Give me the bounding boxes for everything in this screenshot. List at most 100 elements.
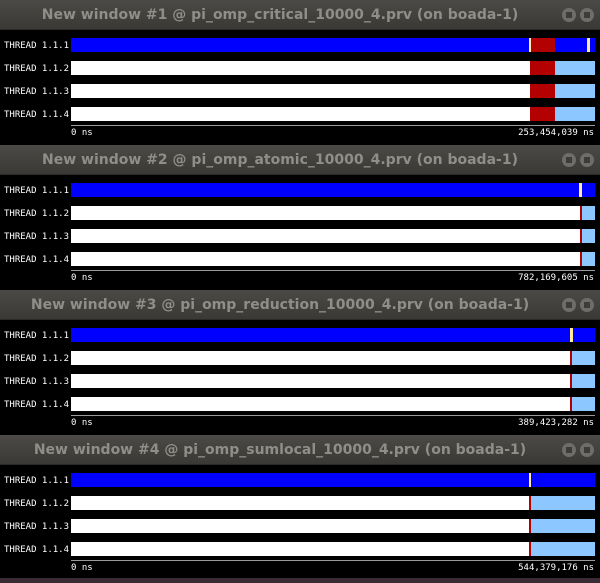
trace-window-4: New window #4 @ pi_omp_sumlocal_10000_4.… bbox=[0, 435, 600, 578]
state-segment-idle-sync bbox=[581, 229, 595, 243]
thread-label: THREAD 1.1.1 bbox=[4, 331, 70, 341]
state-segment-running bbox=[71, 183, 580, 197]
state-segment-idle-sync bbox=[530, 496, 595, 510]
state-segment-running bbox=[71, 473, 529, 487]
thread-label: THREAD 1.1.4 bbox=[4, 400, 70, 410]
timeline-track[interactable] bbox=[71, 473, 595, 487]
thread-label: THREAD 1.1.3 bbox=[4, 87, 70, 97]
desktop-bottom-edge bbox=[0, 578, 600, 583]
timeline-track[interactable] bbox=[71, 107, 595, 121]
state-segment-idle-sync bbox=[571, 374, 595, 388]
timeline-track[interactable] bbox=[71, 84, 595, 98]
state-segment-idle-sync bbox=[571, 397, 595, 411]
state-segment-running bbox=[531, 473, 595, 487]
time-scale: 0 ns 544,379,176 ns bbox=[0, 560, 600, 576]
trace-window-3: New window #3 @ pi_omp_reduction_10000_4… bbox=[0, 290, 600, 435]
state-segment-idle-sync bbox=[555, 84, 595, 98]
thread-label: THREAD 1.1.3 bbox=[4, 377, 70, 387]
state-segment-critical bbox=[530, 61, 556, 75]
trace-window-2: New window #2 @ pi_omp_atomic_10000_4.pr… bbox=[0, 145, 600, 290]
minimize-button[interactable] bbox=[562, 443, 576, 457]
time-scale: 0 ns 782,169,605 ns bbox=[0, 270, 600, 286]
time-axis-line bbox=[71, 125, 595, 126]
thread-row: THREAD 1.1.4 bbox=[0, 539, 600, 562]
thread-label: THREAD 1.1.4 bbox=[4, 255, 70, 265]
thread-row: THREAD 1.1.2 bbox=[0, 58, 600, 81]
time-end-label: 782,169,605 ns bbox=[518, 273, 594, 283]
state-segment-running bbox=[555, 38, 588, 52]
thread-label: THREAD 1.1.1 bbox=[4, 476, 70, 486]
maximize-button[interactable] bbox=[580, 153, 594, 167]
window-title: New window #4 @ pi_omp_sumlocal_10000_4.… bbox=[33, 442, 527, 458]
state-segment-critical bbox=[530, 107, 556, 121]
thread-label: THREAD 1.1.1 bbox=[4, 41, 70, 51]
thread-row: THREAD 1.1.2 bbox=[0, 203, 600, 226]
minimize-button[interactable] bbox=[562, 153, 576, 167]
maximize-button[interactable] bbox=[580, 443, 594, 457]
thread-label: THREAD 1.1.3 bbox=[4, 232, 70, 242]
thread-row: THREAD 1.1.3 bbox=[0, 81, 600, 104]
timeline-track[interactable] bbox=[71, 519, 595, 533]
maximize-button[interactable] bbox=[580, 298, 594, 312]
thread-label: THREAD 1.1.2 bbox=[4, 354, 70, 364]
time-end-label: 389,423,282 ns bbox=[518, 418, 594, 428]
window-title: New window #1 @ pi_omp_critical_10000_4.… bbox=[41, 7, 519, 23]
state-segment-running bbox=[71, 38, 529, 52]
timeline-track[interactable] bbox=[71, 38, 595, 52]
state-segment-idle-sync bbox=[530, 519, 595, 533]
state-segment-idle-sync bbox=[571, 351, 595, 365]
time-axis-line bbox=[71, 560, 595, 561]
thread-row: THREAD 1.1.1 bbox=[0, 470, 600, 493]
window-title: New window #3 @ pi_omp_reduction_10000_4… bbox=[30, 297, 530, 313]
thread-label: THREAD 1.1.4 bbox=[4, 545, 70, 555]
timeline-track[interactable] bbox=[71, 61, 595, 75]
timeline-track[interactable] bbox=[71, 496, 595, 510]
window-titlebar[interactable]: New window #2 @ pi_omp_atomic_10000_4.pr… bbox=[0, 145, 600, 175]
thread-label: THREAD 1.1.4 bbox=[4, 110, 70, 120]
time-start-label: 0 ns bbox=[71, 128, 93, 138]
thread-label: THREAD 1.1.2 bbox=[4, 64, 70, 74]
state-segment-idle-sync bbox=[555, 107, 595, 121]
state-segment-critical bbox=[531, 38, 556, 52]
time-start-label: 0 ns bbox=[71, 563, 93, 573]
maximize-button[interactable] bbox=[580, 8, 594, 22]
thread-row: THREAD 1.1.4 bbox=[0, 249, 600, 272]
thread-row: THREAD 1.1.4 bbox=[0, 394, 600, 417]
thread-label: THREAD 1.1.3 bbox=[4, 522, 70, 532]
timeline-track[interactable] bbox=[71, 351, 595, 365]
state-segment-running bbox=[581, 183, 595, 197]
state-segment-critical bbox=[530, 84, 556, 98]
window-titlebar[interactable]: New window #4 @ pi_omp_sumlocal_10000_4.… bbox=[0, 435, 600, 465]
timeline-track[interactable] bbox=[71, 206, 595, 220]
thread-row: THREAD 1.1.2 bbox=[0, 493, 600, 516]
timeline-track[interactable] bbox=[71, 397, 595, 411]
window-titlebar[interactable]: New window #3 @ pi_omp_reduction_10000_4… bbox=[0, 290, 600, 320]
thread-row: THREAD 1.1.3 bbox=[0, 516, 600, 539]
state-segment-idle-sync bbox=[555, 61, 595, 75]
time-start-label: 0 ns bbox=[71, 418, 93, 428]
state-segment-running bbox=[589, 38, 595, 52]
thread-label: THREAD 1.1.1 bbox=[4, 186, 70, 196]
window-titlebar[interactable]: New window #1 @ pi_omp_critical_10000_4.… bbox=[0, 0, 600, 30]
timeline-track[interactable] bbox=[71, 328, 595, 342]
time-axis-line bbox=[71, 270, 595, 271]
timeline-track[interactable] bbox=[71, 229, 595, 243]
time-end-label: 253,454,039 ns bbox=[518, 128, 594, 138]
thread-label: THREAD 1.1.2 bbox=[4, 209, 70, 219]
thread-row: THREAD 1.1.2 bbox=[0, 348, 600, 371]
thread-row: THREAD 1.1.1 bbox=[0, 325, 600, 348]
thread-row: THREAD 1.1.1 bbox=[0, 35, 600, 58]
timeline-track[interactable] bbox=[71, 374, 595, 388]
thread-row: THREAD 1.1.1 bbox=[0, 180, 600, 203]
time-axis-line bbox=[71, 415, 595, 416]
timeline-track[interactable] bbox=[71, 252, 595, 266]
timeline-track[interactable] bbox=[71, 183, 595, 197]
timeline-track[interactable] bbox=[71, 542, 595, 556]
minimize-button[interactable] bbox=[562, 8, 576, 22]
state-segment-running bbox=[572, 328, 595, 342]
state-segment-idle-sync bbox=[530, 542, 595, 556]
thread-label: THREAD 1.1.2 bbox=[4, 499, 70, 509]
trace-window-1: New window #1 @ pi_omp_critical_10000_4.… bbox=[0, 0, 600, 145]
thread-row: THREAD 1.1.4 bbox=[0, 104, 600, 127]
minimize-button[interactable] bbox=[562, 298, 576, 312]
